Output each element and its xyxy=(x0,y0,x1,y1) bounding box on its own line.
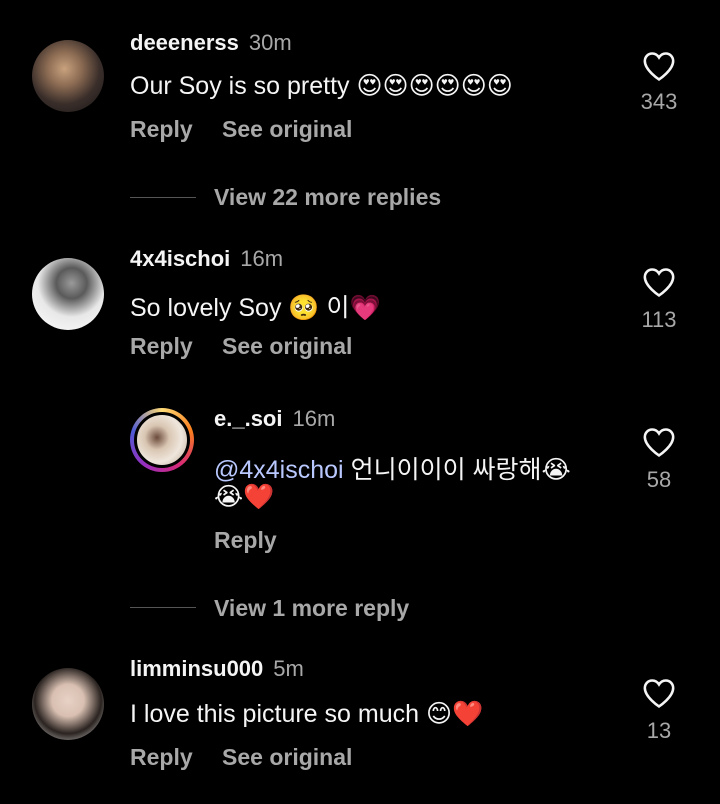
emoji-heart-eyes: 😍 xyxy=(460,72,487,100)
emoji-pleading: 🥺 xyxy=(288,294,320,322)
avatar[interactable] xyxy=(32,258,104,330)
view-more-replies-button[interactable]: View 1 more reply xyxy=(214,595,409,622)
reply-button[interactable]: Reply xyxy=(214,527,277,554)
timestamp: 30m xyxy=(248,30,292,55)
divider xyxy=(130,197,196,198)
see-original-button[interactable]: See original xyxy=(222,333,352,360)
avatar[interactable] xyxy=(32,40,104,112)
heart-outline-icon[interactable] xyxy=(642,677,676,709)
comment-body: So lovely Soy xyxy=(130,294,282,322)
comment-username-row: 4x4ischoi 16m xyxy=(130,246,283,272)
reply-button[interactable]: Reply xyxy=(130,333,193,360)
comment-username-row: e._.soi 16m xyxy=(214,406,335,432)
see-original-button[interactable]: See original xyxy=(222,744,352,771)
heart-outline-icon[interactable] xyxy=(642,426,676,458)
comment-body: I love this picture so much xyxy=(130,700,420,728)
comment-text: So lovely Soy 🥺 이💗 xyxy=(130,288,381,324)
username[interactable]: 4x4ischoi xyxy=(130,246,230,271)
emoji-heart-eyes: 😍 xyxy=(434,72,461,100)
comment-text: @4x4ischoi 언니이이이 싸랑해😭 xyxy=(214,450,571,486)
reply-button[interactable]: Reply xyxy=(130,116,193,143)
view-more-replies-button[interactable]: View 22 more replies xyxy=(214,184,441,211)
comment-username-row: limminsu000 5m xyxy=(130,656,304,682)
heart-outline-icon[interactable] xyxy=(642,266,676,298)
emoji-heart-eyes: 😍 xyxy=(382,72,409,100)
divider xyxy=(130,607,196,608)
username[interactable]: limminsu000 xyxy=(130,656,263,681)
comment-body-suffix: 이 xyxy=(326,294,350,322)
emoji-heart-eyes: 😍 xyxy=(408,72,435,100)
timestamp: 16m xyxy=(292,406,336,431)
mention-link[interactable]: @4x4ischoi xyxy=(214,456,344,484)
like-count: 343 xyxy=(640,89,678,114)
emoji-heart-eyes: 😍 xyxy=(356,72,383,100)
emoji-crying: 😭 xyxy=(214,483,244,511)
username[interactable]: deeenerss xyxy=(130,30,239,55)
timestamp: 16m xyxy=(240,246,284,271)
comment-text-line2: 😭❤️ xyxy=(214,482,274,512)
emoji-growing-heart: 💗 xyxy=(349,294,381,322)
emoji-red-heart: ❤️ xyxy=(243,483,275,511)
emoji-crying: 😭 xyxy=(541,456,571,484)
avatar[interactable] xyxy=(32,668,104,740)
username[interactable]: e._.soi xyxy=(214,406,282,431)
comment-username-row: deeenerss 30m xyxy=(130,30,292,56)
heart-outline-icon[interactable] xyxy=(642,50,676,82)
comment-text: Our Soy is so pretty 😍😍😍😍😍😍 xyxy=(130,71,513,101)
like-count: 13 xyxy=(646,718,672,743)
comment-body: 언니이이이 싸랑해 xyxy=(350,456,542,484)
see-original-button[interactable]: See original xyxy=(222,116,352,143)
comment-body: Our Soy is so pretty xyxy=(130,72,350,100)
reply-button[interactable]: Reply xyxy=(130,744,193,771)
timestamp: 5m xyxy=(273,656,304,681)
like-count: 58 xyxy=(646,467,672,492)
emoji-red-heart: ❤️ xyxy=(452,700,484,728)
emoji-heart-eyes: 😍 xyxy=(486,72,513,100)
comment-text: I love this picture so much 😊❤️ xyxy=(130,699,483,729)
like-count: 113 xyxy=(641,307,677,332)
emoji-smiling: 😊 xyxy=(425,700,453,728)
avatar[interactable] xyxy=(134,412,190,468)
